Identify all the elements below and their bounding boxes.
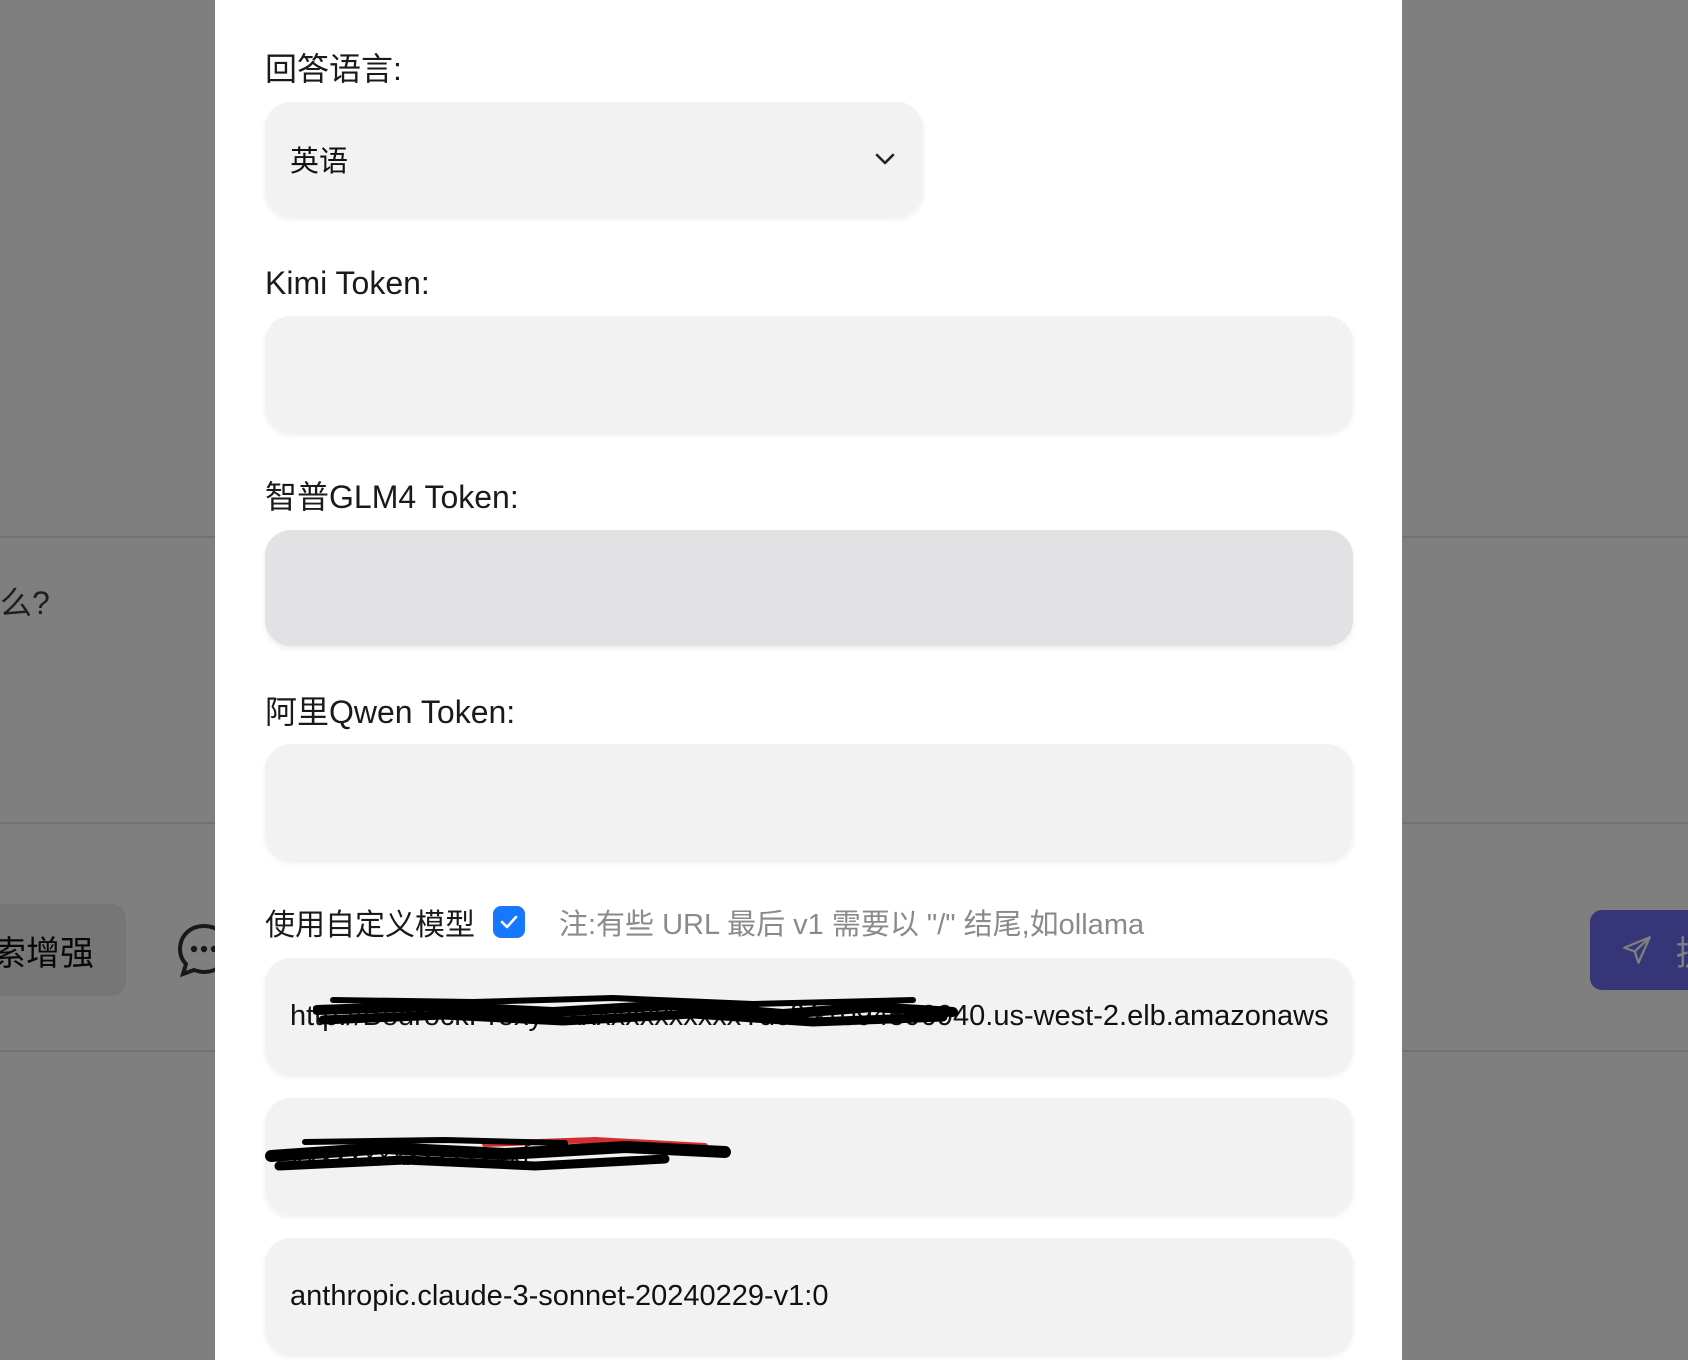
- custom-model-checkbox[interactable]: [493, 906, 525, 938]
- answer-language-select[interactable]: 英语: [265, 102, 923, 216]
- custom-model-note: 注:有些 URL 最后 v1 需要以 "/" 结尾,如ollama: [559, 909, 1145, 941]
- glm4-token-label: 智普GLM4 Token:: [265, 479, 519, 515]
- settings-modal: 回答语言: 英语 Kimi Token: 智普GLM4 Token: 阿里Qwe…: [215, 0, 1402, 1360]
- custom-model-label: 使用自定义模型: [265, 909, 475, 942]
- custom-model-apikey-value: xxxxxxxxxxxxxxxxf: [290, 1139, 531, 1172]
- chevron-down-icon: [875, 153, 895, 165]
- checkmark-icon: [500, 915, 518, 929]
- custom-model-apikey-input[interactable]: xxxxxxxxxxxxxxxxf: [265, 1098, 1353, 1214]
- kimi-token-label: Kimi Token:: [265, 265, 430, 301]
- custom-model-name-value: anthropic.claude-3-sonnet-20240229-v1:0: [290, 1279, 829, 1312]
- custom-model-name-input[interactable]: anthropic.claude-3-sonnet-20240229-v1:0: [265, 1238, 1353, 1354]
- qwen-token-label: 阿里Qwen Token:: [265, 694, 516, 730]
- qwen-token-input[interactable]: [265, 744, 1353, 860]
- glm4-token-input[interactable]: [265, 530, 1353, 646]
- answer-language-label: 回答语言:: [265, 51, 402, 87]
- kimi-token-input[interactable]: [265, 316, 1353, 432]
- answer-language-value: 英语: [290, 146, 349, 178]
- custom-model-url-value: http://BedrockProxy-xxxxxxxxxxxxxYucfY-1…: [290, 999, 1328, 1032]
- custom-model-url-input[interactable]: http://BedrockProxy-xxxxxxxxxxxxxYucfY-1…: [265, 958, 1353, 1074]
- custom-model-row: 使用自定义模型 注:有些 URL 最后 v1 需要以 "/" 结尾,如ollam…: [265, 900, 1144, 944]
